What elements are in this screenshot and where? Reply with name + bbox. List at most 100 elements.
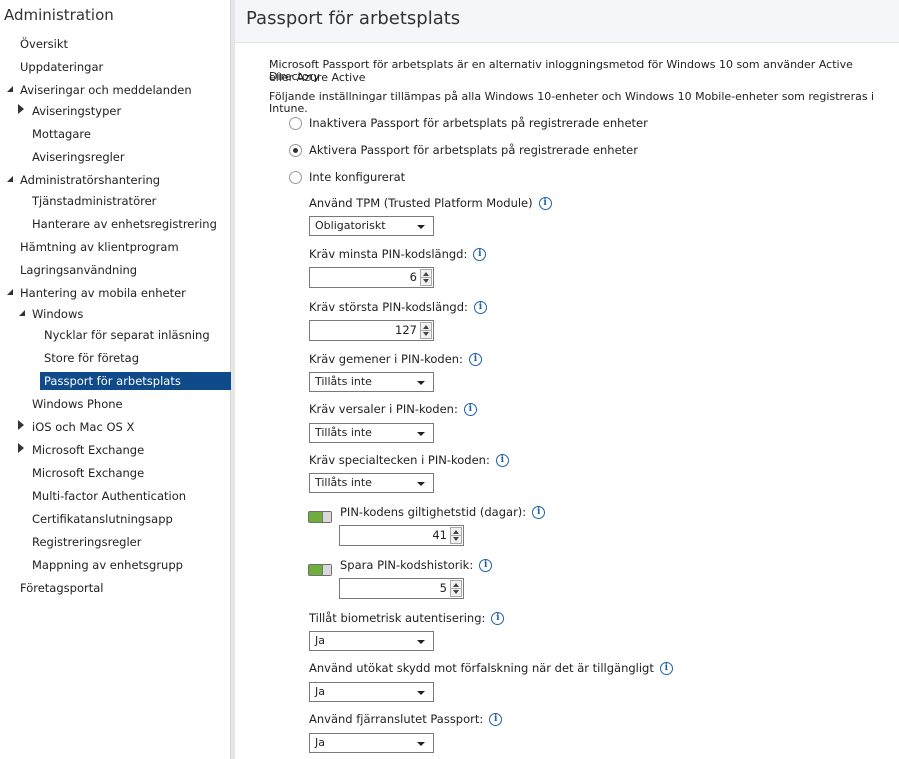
- sidebar-item-windows-phone[interactable]: Windows Phone: [32, 395, 123, 413]
- radio-disable-passport[interactable]: Inaktivera Passport för arbetsplats på r…: [289, 115, 648, 131]
- collapsed-chevron-icon[interactable]: [18, 443, 24, 453]
- max-pin-stepper[interactable]: 127: [309, 320, 434, 341]
- history-stepper[interactable]: 5: [339, 578, 464, 599]
- stepper-down-icon[interactable]: [423, 332, 429, 336]
- sidebar-item-mobila-enheter[interactable]: Hantering av mobila enheter: [20, 284, 186, 302]
- sidebar-item-tjanstadministratorer[interactable]: Tjänstadministratörer: [32, 192, 156, 210]
- sidebar-item-administratorshantering[interactable]: Administratörshantering: [20, 171, 160, 189]
- stepper-down-icon[interactable]: [453, 590, 459, 594]
- history-value: 5: [439, 581, 447, 595]
- expanded-chevron-icon[interactable]: [7, 86, 13, 92]
- info-icon[interactable]: i: [532, 505, 546, 519]
- max-pin-label-text: Kräv största PIN-kodslängd:: [309, 300, 468, 314]
- info-icon[interactable]: i: [473, 247, 487, 261]
- info-icon[interactable]: i: [489, 712, 503, 726]
- info-icon[interactable]: i: [463, 402, 477, 416]
- stepper-buttons[interactable]: [450, 580, 462, 597]
- radio-label: Aktivera Passport för arbetsplats på reg…: [309, 143, 638, 157]
- expanded-chevron-icon[interactable]: [19, 310, 25, 316]
- stepper-up-icon[interactable]: [453, 583, 459, 587]
- info-icon[interactable]: i: [479, 558, 493, 572]
- info-icon[interactable]: i: [473, 300, 487, 314]
- sidebar-title: Administration: [4, 6, 114, 24]
- remote-label: Använd fjärranslutet Passport: i: [309, 712, 503, 726]
- uppercase-select[interactable]: Tillåts inte: [309, 423, 434, 443]
- sidebar-item-lagringsanvandning[interactable]: Lagringsanvändning: [20, 261, 137, 279]
- collapsed-chevron-icon[interactable]: [18, 104, 24, 114]
- expanded-chevron-icon[interactable]: [7, 289, 13, 295]
- sidebar-item-mfa[interactable]: Multi-factor Authentication: [32, 487, 186, 505]
- antispoof-select[interactable]: Ja: [309, 682, 434, 702]
- biometric-label-text: Tillåt biometrisk autentisering:: [309, 611, 486, 625]
- sidebar-item-enhetsgrupp[interactable]: Mappning av enhetsgrupp: [32, 556, 183, 574]
- sidebar-item-aviseringar[interactable]: Aviseringar och meddelanden: [20, 81, 192, 99]
- radio-button-selected[interactable]: [289, 143, 302, 157]
- stepper-up-icon[interactable]: [423, 325, 429, 329]
- info-icon[interactable]: i: [538, 196, 552, 210]
- min-pin-label: Kräv minsta PIN-kodslängd: i: [309, 247, 487, 261]
- stepper-down-icon[interactable]: [423, 279, 429, 283]
- sidebar-item-exchange-1[interactable]: Microsoft Exchange: [32, 441, 144, 459]
- sidebar-item-windows[interactable]: Windows: [32, 305, 83, 323]
- stepper-up-icon[interactable]: [423, 272, 429, 276]
- sidebar-item-foretagsportal[interactable]: Företagsportal: [20, 579, 103, 597]
- info-icon[interactable]: i: [659, 661, 673, 675]
- radio-not-configured[interactable]: Inte konfigurerat: [289, 169, 405, 185]
- special-select[interactable]: Tillåts inte: [309, 473, 434, 493]
- stepper-buttons[interactable]: [420, 322, 432, 339]
- biometric-label: Tillåt biometrisk autentisering: i: [309, 611, 505, 625]
- stepper-buttons[interactable]: [420, 269, 432, 286]
- expiry-stepper[interactable]: 41: [339, 525, 464, 546]
- chevron-down-icon: [417, 381, 425, 385]
- radio-enable-passport[interactable]: Aktivera Passport för arbetsplats på reg…: [289, 142, 638, 158]
- lowercase-label-text: Kräv gemener i PIN-koden:: [309, 352, 463, 366]
- sidebar-item-exchange-2[interactable]: Microsoft Exchange: [32, 464, 144, 482]
- radio-label: Inte konfigurerat: [309, 170, 406, 184]
- lowercase-select[interactable]: Tillåts inte: [309, 372, 434, 392]
- stepper-buttons[interactable]: [450, 527, 462, 544]
- radio-button[interactable]: [289, 170, 302, 184]
- remote-select-value: Ja: [315, 736, 325, 749]
- sidebar-item-nycklar[interactable]: Nycklar för separat inläsning: [44, 326, 210, 344]
- sidebar-item-mottagare[interactable]: Mottagare: [32, 125, 91, 143]
- radio-button[interactable]: [289, 116, 302, 130]
- tpm-select-value: Obligatoriskt: [315, 219, 386, 232]
- pane-divider[interactable]: [231, 0, 235, 759]
- remote-select[interactable]: Ja: [309, 733, 434, 753]
- sidebar-item-uppdateringar[interactable]: Uppdateringar: [20, 58, 103, 76]
- expiry-toggle[interactable]: [308, 511, 332, 523]
- sidebar-item-store[interactable]: Store för företag: [44, 349, 139, 367]
- chevron-down-icon: [417, 482, 425, 486]
- expiry-label: PIN-kodens giltighetstid (dagar): i: [340, 505, 546, 519]
- min-pin-stepper[interactable]: 6: [309, 267, 434, 288]
- biometric-select-value: Ja: [315, 634, 325, 647]
- sidebar-item-passport[interactable]: Passport för arbetsplats: [40, 372, 231, 390]
- uppercase-label-text: Kräv versaler i PIN-koden:: [309, 402, 458, 416]
- tpm-select[interactable]: Obligatoriskt: [309, 216, 434, 236]
- collapsed-chevron-icon[interactable]: [18, 420, 24, 430]
- info-icon[interactable]: i: [468, 352, 482, 366]
- min-pin-label-text: Kräv minsta PIN-kodslängd:: [309, 247, 468, 261]
- history-toggle[interactable]: [308, 564, 332, 576]
- sidebar-item-oversikt[interactable]: Översikt: [20, 35, 68, 53]
- sidebar-item-aviseringsregler[interactable]: Aviseringsregler: [32, 148, 125, 166]
- description-line-3: Följande inställningar tillämpas på alla…: [269, 90, 875, 115]
- history-label: Spara PIN-kodshistorik: i: [340, 558, 493, 572]
- sidebar-item-klientprogram[interactable]: Hämtning av klientprogram: [20, 238, 179, 256]
- info-icon[interactable]: i: [495, 453, 509, 467]
- expanded-chevron-icon[interactable]: [7, 176, 13, 182]
- sidebar-item-ios[interactable]: iOS och Mac OS X: [32, 418, 134, 436]
- biometric-select[interactable]: Ja: [309, 631, 434, 651]
- stepper-down-icon[interactable]: [453, 537, 459, 541]
- sidebar-item-registreringsregler[interactable]: Registreringsregler: [32, 533, 141, 551]
- page-title: Passport för arbetsplats: [246, 8, 461, 29]
- sidebar-item-enhetsregistrering[interactable]: Hanterare av enhetsregistrering: [32, 215, 217, 233]
- antispoof-label: Använd utökat skydd mot förfalskning när…: [309, 661, 673, 675]
- stepper-up-icon[interactable]: [453, 530, 459, 534]
- sidebar-item-certifikat[interactable]: Certifikatanslutningsapp: [32, 510, 173, 528]
- sidebar-item-aviseringstyper[interactable]: Aviseringstyper: [32, 102, 121, 120]
- history-label-text: Spara PIN-kodshistorik:: [340, 558, 474, 572]
- info-icon[interactable]: i: [491, 611, 505, 625]
- min-pin-value: 6: [409, 270, 417, 284]
- expiry-value: 41: [432, 528, 447, 542]
